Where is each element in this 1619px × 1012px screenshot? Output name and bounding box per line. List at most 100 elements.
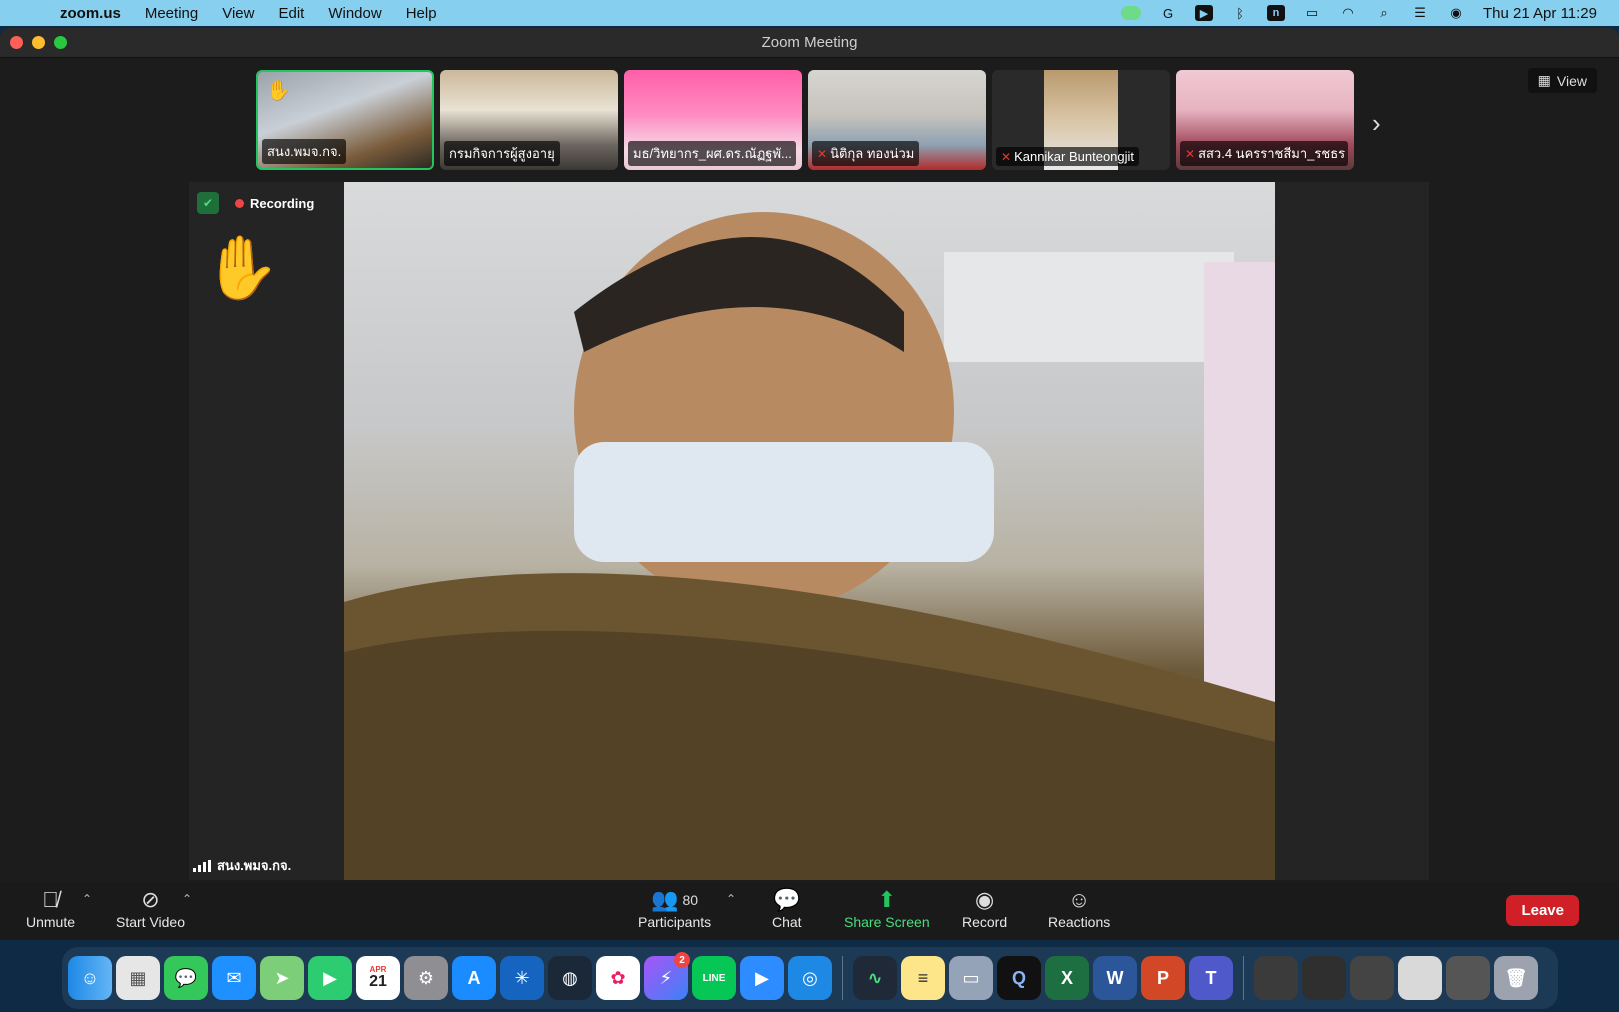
- quicktime-icon[interactable]: Q: [997, 956, 1041, 1000]
- share-screen-label: Share Screen: [844, 914, 930, 930]
- reactions-button[interactable]: ☺ Reactions: [1048, 886, 1110, 930]
- chat-bubble-icon: 💬: [773, 887, 801, 912]
- photos-icon[interactable]: ✿: [596, 956, 640, 1000]
- messenger-badge: 2: [674, 952, 690, 968]
- active-speaker-video[interactable]: [344, 182, 1275, 880]
- window-controls: [10, 36, 67, 49]
- record-button[interactable]: ◉ Record: [962, 886, 1007, 930]
- muted-mic-icon: ✕: [817, 146, 828, 161]
- line-status-icon[interactable]: [1121, 6, 1142, 20]
- video-off-icon: ⊘: [141, 887, 160, 912]
- start-video-label: Start Video: [116, 914, 186, 930]
- record-icon: ◉: [974, 887, 995, 912]
- menu-meeting[interactable]: Meeting: [145, 5, 198, 22]
- menu-app-name[interactable]: zoom.us: [60, 5, 121, 22]
- leave-button[interactable]: Leave: [1506, 895, 1579, 926]
- participant-name: สสว.4 นครราชสีมา_รชธร: [1198, 146, 1346, 161]
- menu-edit[interactable]: Edit: [278, 5, 304, 22]
- calendar-icon[interactable]: APR 21: [356, 956, 400, 1000]
- wifi-icon[interactable]: ◠: [1339, 5, 1357, 21]
- messages-icon[interactable]: 💬: [164, 956, 208, 1000]
- control-center-icon[interactable]: ☰: [1411, 5, 1429, 21]
- excel-icon[interactable]: X: [1045, 956, 1089, 1000]
- unmute-label: Unmute: [26, 914, 76, 930]
- menu-clock[interactable]: Thu 21 Apr 11:29: [1483, 5, 1597, 22]
- siri-icon[interactable]: ◉: [1447, 5, 1465, 21]
- trash-icon[interactable]: 🗑: [1494, 956, 1538, 1000]
- battery-icon[interactable]: ▭: [1303, 5, 1321, 21]
- xcode-like-icon[interactable]: ✳: [500, 956, 544, 1000]
- menu-help[interactable]: Help: [406, 5, 437, 22]
- launchpad-icon[interactable]: ▦: [116, 956, 160, 1000]
- n-app-icon[interactable]: n: [1267, 5, 1286, 21]
- recording-label: Recording: [250, 196, 315, 211]
- menu-window[interactable]: Window: [328, 5, 381, 22]
- reactions-label: Reactions: [1048, 914, 1111, 930]
- unmute-button[interactable]: 🎙̸ Unmute: [26, 886, 75, 930]
- safari-icon[interactable]: ◎: [788, 956, 832, 1000]
- participant-thumb[interactable]: ✋ สนง.พมจ.กจ.: [256, 70, 434, 170]
- close-window-button[interactable]: [10, 36, 23, 49]
- participant-thumb[interactable]: ✕ สสว.4 นครราชสีมา_รชธร: [1176, 70, 1354, 170]
- participants-caret-icon[interactable]: ⌃: [726, 892, 736, 906]
- bluetooth-icon[interactable]: ᛒ: [1231, 5, 1249, 21]
- minimized-window-thumbnail[interactable]: [1398, 956, 1442, 1000]
- zoom-status-icon[interactable]: ▶: [1195, 5, 1214, 21]
- steam-icon[interactable]: ◍: [548, 956, 592, 1000]
- messenger-icon[interactable]: ⚡ 2: [644, 952, 690, 1000]
- app-store-icon[interactable]: A: [452, 956, 496, 1000]
- share-screen-icon: ⬆: [877, 887, 897, 912]
- raised-hand-icon: ✋: [266, 80, 291, 102]
- grammarly-icon[interactable]: G: [1159, 5, 1177, 21]
- minimize-window-button[interactable]: [32, 36, 45, 49]
- security-shield-icon[interactable]: ✔: [197, 192, 219, 214]
- view-button-label: View: [1556, 72, 1587, 89]
- status-area: G ▶ ᛒ n ▭ ◠ ⌕ ☰ ◉ Thu 21 Apr 11:29: [1121, 0, 1597, 26]
- muted-mic-icon: ✕: [1001, 149, 1012, 164]
- zoom-window: Zoom Meeting ✋ สนง.พมจ.กจ. กรมกิจการผู้ส…: [0, 28, 1619, 940]
- powerpoint-icon[interactable]: P: [1141, 956, 1185, 1000]
- maximize-window-button[interactable]: [54, 36, 67, 49]
- muted-mic-icon: ✕: [1185, 146, 1196, 161]
- zoom-app-icon[interactable]: ▶: [740, 956, 784, 1000]
- teams-icon[interactable]: T: [1189, 956, 1233, 1000]
- participant-thumb[interactable]: กรมกิจการผู้สูงอายุ: [440, 70, 618, 170]
- speaker-stage: ✔ Recording ✋ สนง.พมจ.กจ.: [189, 182, 1429, 880]
- maps-icon[interactable]: ➤: [260, 956, 304, 1000]
- finder-icon[interactable]: ☺: [68, 956, 112, 1000]
- start-video-button[interactable]: ⊘ Start Video: [116, 886, 185, 930]
- view-button[interactable]: ▦ View: [1527, 68, 1597, 93]
- activity-monitor-icon[interactable]: ∿: [853, 956, 897, 1000]
- grid-icon: ▦: [1537, 72, 1551, 88]
- record-label: Record: [962, 914, 1008, 930]
- notes-icon[interactable]: ≡: [901, 956, 945, 1000]
- minimized-window-thumbnail[interactable]: [1446, 956, 1490, 1000]
- recording-dot-icon: [235, 199, 244, 208]
- dock-separator: [842, 956, 843, 1000]
- audio-options-caret-icon[interactable]: ⌃: [82, 892, 92, 906]
- minimized-window-thumbnail[interactable]: [1254, 956, 1298, 1000]
- minimized-window-thumbnail[interactable]: [1350, 956, 1394, 1000]
- share-screen-button[interactable]: ⬆ Share Screen: [844, 886, 930, 930]
- minimized-window-thumbnail[interactable]: [1302, 956, 1346, 1000]
- raised-hand-icon: ✋: [203, 234, 281, 303]
- spotlight-search-icon[interactable]: ⌕: [1375, 5, 1393, 21]
- recording-indicator[interactable]: Recording: [235, 196, 314, 211]
- menu-view[interactable]: View: [222, 5, 254, 22]
- chevron-right-icon[interactable]: ›: [1372, 108, 1381, 139]
- preview-icon[interactable]: ▭: [949, 956, 993, 1000]
- participant-name: กรมกิจการผู้สูงอายุ: [449, 146, 555, 161]
- system-preferences-icon[interactable]: ⚙: [404, 956, 448, 1000]
- chat-button[interactable]: 💬 Chat: [772, 886, 802, 930]
- participant-thumb[interactable]: ✕ Kannikar Bunteongjit: [992, 70, 1170, 170]
- calendar-day: 21: [369, 973, 387, 990]
- video-options-caret-icon[interactable]: ⌃: [182, 892, 192, 906]
- participants-button[interactable]: 👥 80 Participants: [638, 886, 711, 930]
- window-titlebar: Zoom Meeting: [0, 28, 1619, 58]
- line-app-icon[interactable]: LINE: [692, 956, 736, 1000]
- mail-icon[interactable]: ✉: [212, 956, 256, 1000]
- participant-thumb[interactable]: ✕ นิติกุล ทองน่วม: [808, 70, 986, 170]
- participant-thumb[interactable]: มธ/วิทยากร_ผศ.ดร.ณัฏฐพั...: [624, 70, 802, 170]
- word-icon[interactable]: W: [1093, 956, 1137, 1000]
- facetime-icon[interactable]: ▶: [308, 956, 352, 1000]
